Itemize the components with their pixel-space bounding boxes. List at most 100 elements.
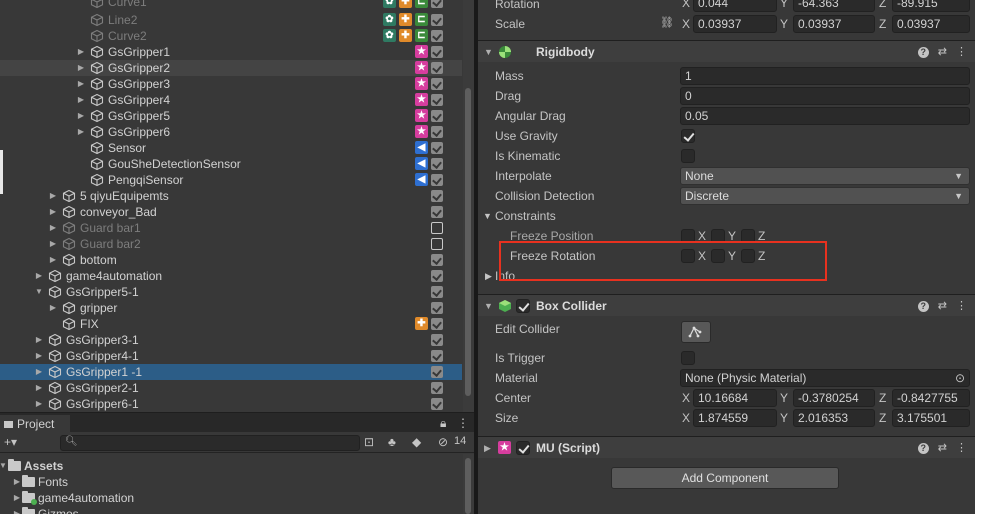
expand-arrow-icon[interactable]: ▶ [48, 236, 58, 252]
help-icon[interactable]: ? [917, 47, 929, 58]
rotation-y-field[interactable]: -64.363 [793, 0, 875, 12]
more-menu-icon[interactable]: ⋮ [457, 416, 469, 430]
active-toggle-checkbox[interactable] [431, 14, 443, 26]
create-plus-icon[interactable]: +▾ [4, 435, 17, 449]
expand-arrow-icon[interactable]: ▶ [34, 380, 44, 396]
search-by-type-icon[interactable]: ⊡ [364, 435, 374, 449]
active-toggle-checkbox[interactable] [431, 78, 443, 90]
object-picker-icon[interactable]: ⊙ [955, 370, 965, 386]
hierarchy-item[interactable]: GouSheDetectionSensor ◀ [0, 156, 462, 172]
center-y-field[interactable]: -0.3780254 [793, 389, 875, 407]
info-expand-arrow-icon[interactable]: ▶ [485, 267, 492, 285]
project-folder-item[interactable]: ▶ Gizmos [0, 506, 460, 514]
active-toggle-checkbox[interactable] [431, 206, 443, 218]
scale-y-field[interactable]: 0.03937 [793, 15, 875, 33]
hierarchy-item[interactable]: ▶ 5 qiyuEquipemts [0, 188, 462, 204]
collapse-arrow-icon[interactable]: ▼ [484, 41, 493, 63]
active-toggle-checkbox[interactable] [431, 158, 443, 170]
active-toggle-checkbox[interactable] [431, 174, 443, 186]
presets-icon[interactable]: ⇄ [938, 300, 947, 312]
collapse-arrow-icon[interactable]: ▼ [0, 458, 8, 474]
active-toggle-checkbox[interactable] [431, 0, 443, 8]
drag-field[interactable]: 0 [680, 87, 970, 105]
box-collider-header[interactable]: ▼ Box Collider ? ⇄ ⋮ [478, 294, 975, 316]
expand-arrow-icon[interactable]: ▶ [34, 348, 44, 364]
hierarchy-item[interactable]: Curve1 ✿ ✚ ⊏ [0, 0, 462, 10]
project-folder-item[interactable]: ▼ Assets [0, 458, 460, 474]
center-z-field[interactable]: -0.8427755 [892, 389, 970, 407]
hierarchy-item[interactable]: ▶ GsGripper1 ★ [0, 44, 462, 60]
active-toggle-checkbox[interactable] [431, 94, 443, 106]
project-folder-item[interactable]: ▶ game4automation [0, 490, 460, 506]
expand-arrow-icon[interactable]: ▶ [12, 474, 22, 490]
active-toggle-checkbox[interactable] [431, 382, 443, 394]
more-menu-icon[interactable]: ⋮ [956, 300, 967, 312]
active-toggle-checkbox[interactable] [431, 30, 443, 42]
use-gravity-checkbox[interactable] [681, 129, 695, 143]
hierarchy-item[interactable]: ▶ Guard bar2 [0, 236, 462, 252]
material-object-field[interactable]: None (Physic Material) ⊙ [680, 369, 970, 387]
active-toggle-checkbox[interactable] [431, 302, 443, 314]
expand-arrow-icon[interactable]: ▶ [76, 124, 86, 140]
add-component-button[interactable]: Add Component [611, 467, 839, 489]
hierarchy-item[interactable]: ▶ GsGripper6 ★ [0, 124, 462, 140]
center-x-field[interactable]: 10.16684 [693, 389, 777, 407]
active-toggle-checkbox[interactable] [431, 110, 443, 122]
expand-arrow-icon[interactable]: ▶ [48, 252, 58, 268]
expand-arrow-icon[interactable]: ▶ [48, 300, 58, 316]
expand-arrow-icon[interactable]: ▶ [48, 188, 58, 204]
project-folder-item[interactable]: ▶ Fonts [0, 474, 460, 490]
interpolate-dropdown[interactable]: None ▼ [680, 167, 970, 185]
hierarchy-item[interactable]: ▶ GsGripper3 ★ [0, 76, 462, 92]
hierarchy-item[interactable]: ▶ GsGripper3-1 [0, 332, 462, 348]
constraints-label[interactable]: Constraints [495, 206, 556, 226]
mu-script-enabled-checkbox[interactable] [516, 441, 530, 455]
expand-arrow-icon[interactable]: ▶ [76, 76, 86, 92]
help-icon[interactable]: ? [917, 443, 929, 454]
expand-arrow-icon[interactable]: ▶ [76, 60, 86, 76]
hierarchy-item[interactable]: ▶ GsGripper2-1 [0, 380, 462, 396]
hierarchy-item[interactable]: ▶ GsGripper4 ★ [0, 92, 462, 108]
rigidbody-header[interactable]: ▼ Rigidbody ? ⇄ ⋮ [478, 40, 975, 62]
size-x-field[interactable]: 1.874559 [693, 409, 777, 427]
box-collider-enabled-checkbox[interactable] [516, 299, 530, 313]
active-toggle-checkbox[interactable] [431, 270, 443, 282]
expand-arrow-icon[interactable]: ▶ [34, 396, 44, 412]
more-menu-icon[interactable]: ⋮ [956, 46, 967, 58]
hierarchy-item[interactable]: ▶ gripper [0, 300, 462, 316]
scale-x-field[interactable]: 0.03937 [693, 15, 777, 33]
project-search-input[interactable]: 🔍︎ [60, 435, 360, 451]
lock-icon[interactable]: 🔒︎ [440, 416, 446, 431]
link-icon[interactable]: ⛓ [660, 14, 674, 32]
scale-z-field[interactable]: 0.03937 [892, 15, 970, 33]
help-icon[interactable]: ? [917, 301, 929, 312]
hierarchy-item[interactable]: ▶ game4automation [0, 268, 462, 284]
rotation-z-field[interactable]: -89.915 [892, 0, 970, 12]
expand-arrow-icon[interactable]: ▶ [76, 92, 86, 108]
collision-detection-dropdown[interactable]: Discrete ▼ [680, 187, 970, 205]
expand-arrow-icon[interactable]: ▶ [48, 220, 58, 236]
angular-drag-field[interactable]: 0.05 [680, 107, 970, 125]
active-toggle-checkbox[interactable] [431, 350, 443, 362]
expand-arrow-icon[interactable]: ▶ [34, 268, 44, 284]
hierarchy-item[interactable]: ▶ GsGripper6-1 [0, 396, 462, 412]
collapse-arrow-icon[interactable]: ▼ [484, 295, 493, 317]
expand-arrow-icon[interactable]: ▶ [34, 364, 44, 380]
active-toggle-checkbox[interactable] [431, 126, 443, 138]
filter-by-label-icon[interactable]: ♣ [388, 435, 396, 449]
expand-arrow-icon[interactable]: ▶ [76, 108, 86, 124]
active-toggle-checkbox[interactable] [431, 46, 443, 58]
tab-project[interactable]: Project [0, 415, 70, 433]
expand-arrow-icon[interactable]: ▶ [12, 490, 22, 506]
hierarchy-item[interactable]: FIX ✚ [0, 316, 462, 332]
rotation-x-field[interactable]: 0.044 [693, 0, 777, 12]
is-trigger-checkbox[interactable] [681, 351, 695, 365]
active-toggle-checkbox[interactable] [431, 142, 443, 154]
size-z-field[interactable]: 3.175501 [892, 409, 970, 427]
hidden-packages-icon[interactable]: ⊘ [438, 435, 448, 449]
active-toggle-checkbox[interactable] [431, 398, 443, 410]
hierarchy-scrollbar-thumb[interactable] [465, 88, 471, 396]
active-toggle-checkbox[interactable] [431, 318, 443, 330]
hierarchy-item[interactable]: Line2 ✿ ✚ ⊏ [0, 12, 462, 28]
hierarchy-item[interactable]: Curve2 ✿ ✚ ⊏ [0, 28, 462, 44]
